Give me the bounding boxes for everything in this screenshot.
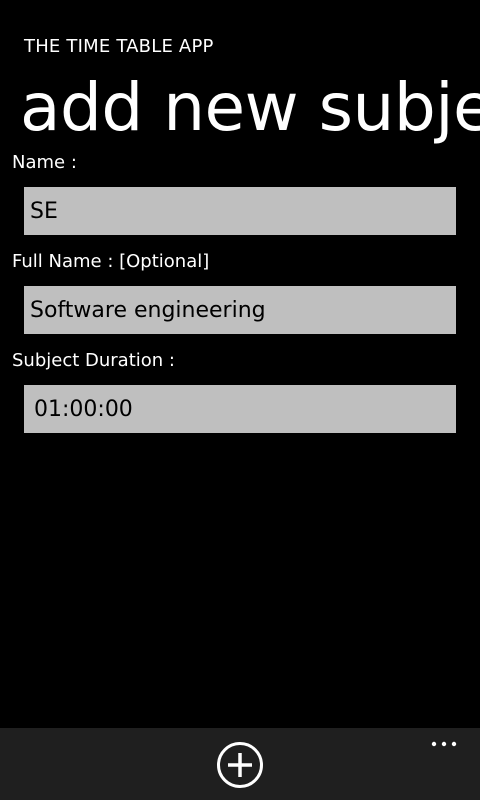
add-button[interactable] — [216, 741, 264, 789]
full-name-input[interactable] — [24, 286, 456, 334]
full-name-label: Full Name : [Optional] — [12, 251, 210, 272]
app-bar — [0, 728, 480, 800]
screen: THE TIME TABLE APP add new subject Name … — [0, 0, 480, 800]
page-title: add new subject — [20, 69, 480, 146]
more-options-button[interactable] — [424, 730, 464, 758]
name-label: Name : — [12, 152, 77, 173]
ellipsis-icon — [431, 741, 457, 747]
duration-input[interactable] — [24, 385, 456, 433]
name-input[interactable] — [24, 187, 456, 235]
duration-label: Subject Duration : — [12, 350, 175, 371]
plus-circle-icon — [217, 742, 263, 788]
app-title: THE TIME TABLE APP — [24, 36, 214, 57]
